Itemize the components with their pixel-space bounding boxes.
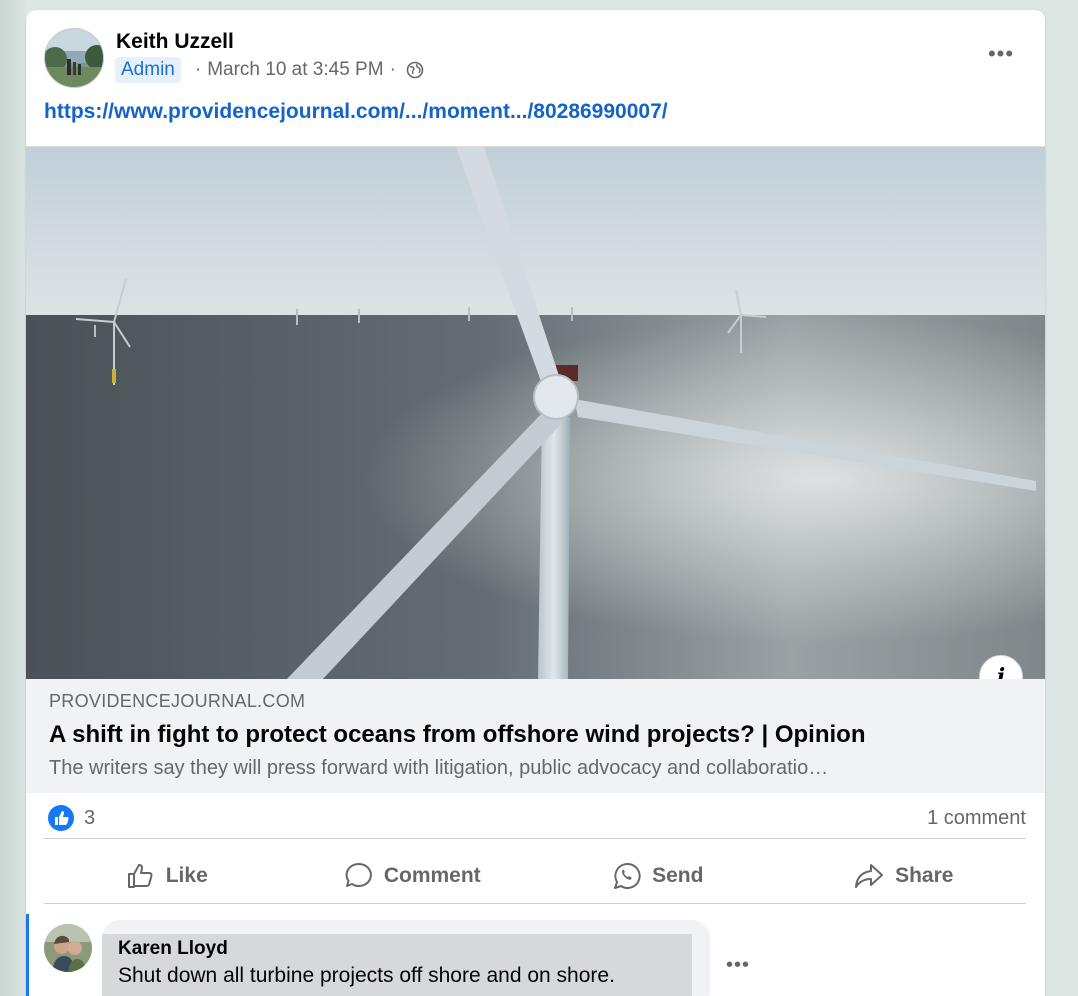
like-label: Like: [165, 863, 208, 887]
comment-button[interactable]: Comment: [290, 848, 536, 903]
share-button[interactable]: Share: [781, 848, 1027, 903]
share-arrow-icon: [855, 863, 884, 888]
admin-badge: Admin: [115, 57, 181, 83]
preview-domain: PROVIDENCEJOURNAL.COM: [49, 691, 306, 711]
whatsapp-icon: [614, 862, 641, 889]
preview-description: The writers say they will press forward …: [49, 757, 829, 779]
share-label: Share: [895, 863, 954, 887]
comment-count[interactable]: 1 comment: [927, 807, 1026, 830]
thumbs-up-icon: [127, 863, 153, 888]
globe-icon: [406, 61, 424, 79]
post-timestamp[interactable]: March 10 at 3:45 PM: [207, 59, 383, 81]
comment-bubble: Karen Lloyd Shut down all turbine projec…: [102, 920, 710, 996]
commenter-name[interactable]: Karen Lloyd: [118, 938, 228, 960]
page-background: [0, 0, 26, 996]
commenter-avatar[interactable]: [44, 924, 92, 972]
meta-separator: ·: [194, 59, 202, 80]
link-preview-image[interactable]: [26, 146, 1045, 679]
author-avatar[interactable]: [44, 28, 104, 88]
speech-bubble-icon: [345, 862, 372, 887]
send-label: Send: [652, 863, 704, 887]
meta-separator: ·: [389, 59, 396, 80]
comment-item: Karen Lloyd Shut down all turbine projec…: [26, 914, 1045, 996]
reaction-summary: 3 1 comment: [44, 803, 1026, 839]
send-button[interactable]: Send: [535, 848, 781, 903]
like-button[interactable]: Like: [44, 848, 290, 903]
preview-title: A shift in fight to protect oceans from …: [49, 721, 866, 748]
post-action-bar: Like Comment Send Share: [44, 848, 1026, 904]
author-name[interactable]: Keith Uzzell: [116, 30, 234, 54]
post-meta: Admin · March 10 at 3:45 PM ·: [115, 56, 424, 84]
post-card: Keith Uzzell Admin · March 10 at 3:45 PM…: [26, 10, 1045, 996]
comment-label: Comment: [383, 863, 481, 887]
link-preview[interactable]: PROVIDENCEJOURNAL.COM A shift in fight t…: [26, 679, 1045, 793]
post-link[interactable]: https://www.providencejournal.com/.../mo…: [44, 100, 668, 124]
thumbs-up-reaction-icon[interactable]: [48, 805, 74, 831]
post-options-button[interactable]: •••: [983, 41, 1019, 66]
comment-options-button[interactable]: •••: [726, 954, 750, 977]
reaction-count[interactable]: 3: [84, 807, 95, 830]
comment-text: Shut down all turbine projects off shore…: [118, 964, 615, 987]
comment-accent-bar: [26, 914, 29, 996]
